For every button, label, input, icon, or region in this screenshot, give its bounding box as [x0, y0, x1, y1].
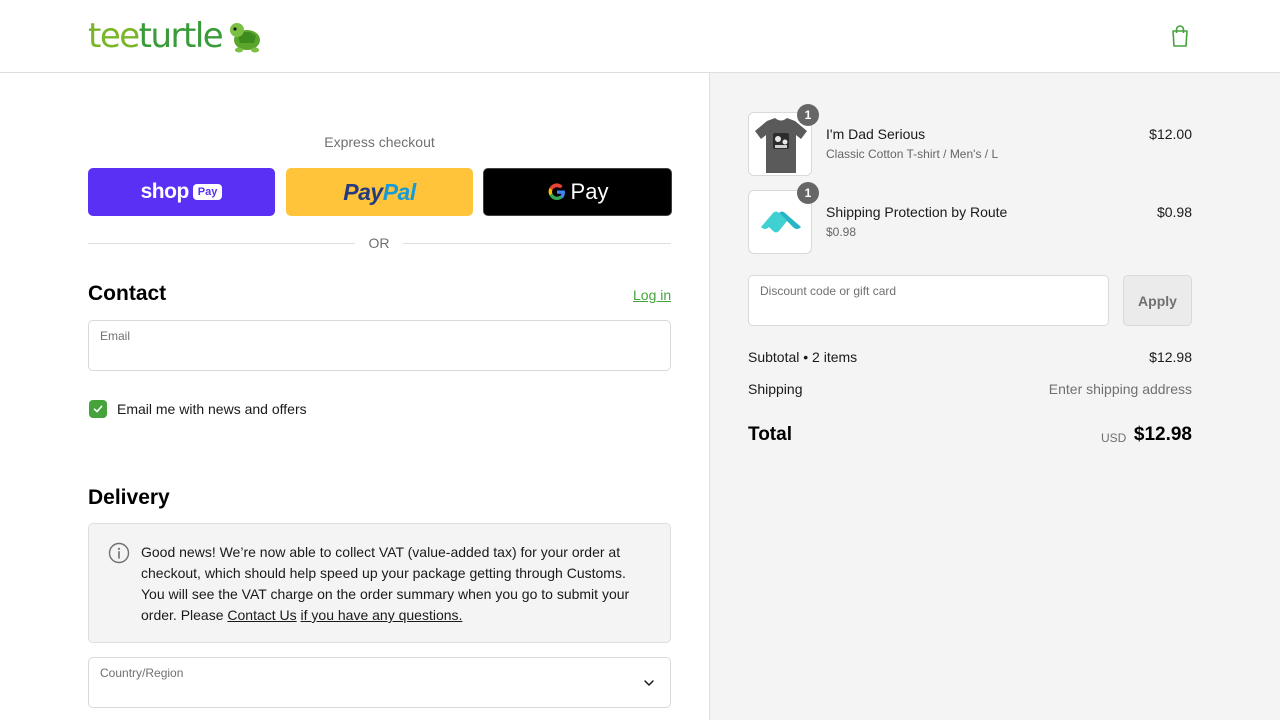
quantity-badge: 1 — [797, 104, 819, 126]
shop-pay-wordmark: shop — [140, 180, 190, 203]
item-price: $0.98 — [1156, 204, 1192, 220]
or-divider-left — [88, 243, 355, 244]
shipping-label: Shipping — [748, 381, 803, 397]
shop-pay-button[interactable]: shop Pay — [88, 168, 275, 216]
login-link[interactable]: Log in — [633, 287, 671, 303]
chevron-down-icon — [644, 680, 654, 686]
shopping-bag-icon[interactable] — [1169, 24, 1191, 48]
contact-heading: Contact — [88, 282, 167, 305]
google-g-icon — [548, 183, 565, 201]
express-checkout-title: Express checkout — [324, 134, 435, 150]
turtle-mascot-icon — [230, 23, 261, 53]
country-region-select[interactable]: Country/Region — [88, 657, 671, 708]
product-thumbnail: 1 — [748, 182, 819, 254]
checkmark-icon — [93, 405, 103, 413]
country-region-label: Country/Region — [100, 666, 184, 680]
quantity-badge: 1 — [797, 182, 819, 204]
item-name: Shipping Protection by Route — [826, 204, 1008, 220]
questions-link[interactable]: if you have any questions. — [301, 607, 463, 623]
total-value: $12.98 — [1133, 424, 1192, 445]
subtotal-label: Subtotal • 2 items — [748, 349, 858, 365]
item-variant: $0.98 — [826, 225, 857, 239]
logo-wordmark: teeturtle — [88, 16, 224, 56]
total-currency: USD — [1101, 431, 1127, 445]
email-field-label: Email — [100, 329, 131, 343]
site-header: teeturtle — [0, 0, 1280, 73]
vat-notice-text: Good news! We’re now able to collect VAT… — [141, 544, 630, 623]
or-divider-right — [403, 243, 671, 244]
newsletter-checkbox-label[interactable]: Email me with news and offers — [117, 401, 307, 417]
item-name: I'm Dad Serious — [826, 126, 926, 142]
teeturtle-logo[interactable]: teeturtle — [88, 18, 264, 54]
info-icon — [108, 542, 130, 564]
paypal-wordmark: PayPal — [343, 178, 416, 205]
item-variant: Classic Cotton T-shirt / Men's / L — [826, 147, 999, 161]
or-divider-label: OR — [368, 235, 390, 251]
total-label: Total — [748, 424, 792, 445]
product-thumbnail: 1 — [748, 104, 819, 176]
shop-pay-badge: Pay — [192, 184, 223, 200]
paypal-button[interactable]: PayPal — [286, 168, 473, 216]
apply-discount-button[interactable]: Apply — [1123, 275, 1192, 326]
email-field[interactable]: Email — [88, 320, 671, 371]
vat-notice: Good news! We’re now able to collect VAT… — [88, 523, 671, 643]
newsletter-checkbox[interactable] — [89, 400, 107, 418]
item-price: $12.00 — [1149, 126, 1192, 142]
google-pay-wordmark: Pay — [570, 179, 609, 204]
delivery-heading: Delivery — [88, 486, 170, 509]
shipping-value: Enter shipping address — [1048, 381, 1192, 397]
discount-code-label: Discount code or gift card — [760, 284, 897, 298]
discount-code-field[interactable]: Discount code or gift card — [748, 275, 1109, 326]
subtotal-value: $12.98 — [1149, 349, 1192, 365]
google-pay-button[interactable]: Pay — [483, 168, 672, 216]
contact-us-link[interactable]: Contact Us — [227, 607, 296, 623]
